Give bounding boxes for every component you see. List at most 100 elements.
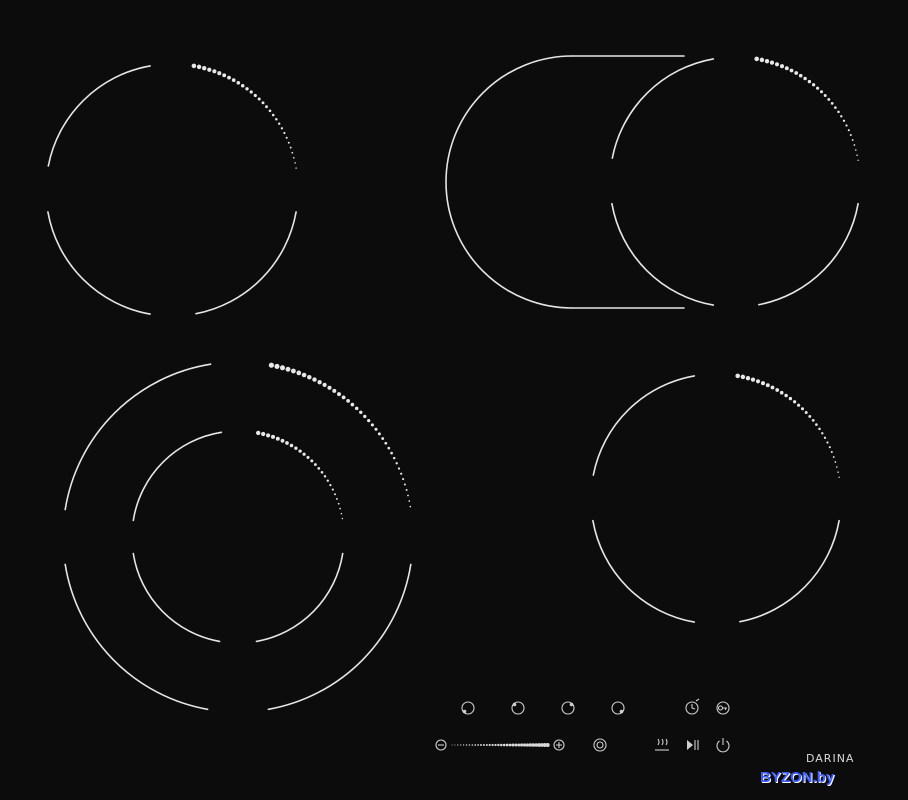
zone-rear-right-ring <box>611 202 715 306</box>
play-pause-button[interactable] <box>687 740 699 750</box>
zone-front-left-inner-power-dot <box>298 449 302 453</box>
zone-rear-right-power-dot <box>847 129 850 132</box>
power-icon <box>716 738 730 753</box>
zone-rear-left-power-dot <box>287 141 290 144</box>
zone-rear-right-power-dot <box>779 64 785 69</box>
zone-front-left-outer-power-dot <box>403 483 406 486</box>
zone-front-right-ring <box>592 375 696 476</box>
dual-zone-button[interactable] <box>593 738 607 752</box>
zone-front-left-inner-ring <box>132 552 221 643</box>
zone-rear-right-power-dot <box>840 115 843 118</box>
zone-front-right-power-dot <box>808 414 812 418</box>
zone-rear-right-power-dot <box>827 97 831 101</box>
zone-front-left-outer-power-dot <box>400 472 403 475</box>
power-slider-dot <box>511 743 515 747</box>
zone-front-left-outer-power-dot <box>395 462 398 465</box>
zone-front-right-power-dot <box>788 396 793 401</box>
zone-front-right-power-dot <box>821 432 824 435</box>
zone-front-left-outer-ring <box>64 363 212 511</box>
zone-front-left-outer-power-dot <box>312 377 317 382</box>
zone-front-left-inner-power-dot <box>266 433 271 438</box>
zone-front-left-outer-power-dot <box>341 395 346 400</box>
keep-warm-button[interactable] <box>655 738 669 751</box>
zone-rear-right-power-dot <box>837 110 840 114</box>
zone-rear-left-power-dot <box>222 73 227 78</box>
zone-rear-right-power-dot <box>851 139 854 141</box>
zone-rear-right-power-dot <box>769 60 775 65</box>
zone-rear-left-ring <box>47 65 151 167</box>
power-slider-dot <box>482 744 485 746</box>
zone-rear-left-power-dot <box>271 113 275 117</box>
zone-front-left-outer-power-dot <box>367 418 371 423</box>
zone-front-left-outer-power-dot <box>301 372 307 378</box>
zone-front-right-power-dot <box>823 436 827 439</box>
zone-front-left-inner-ring <box>255 552 344 643</box>
zone-rear-left-power-dot <box>202 66 207 71</box>
power-slider[interactable] <box>451 743 550 747</box>
power-button[interactable] <box>716 738 730 753</box>
zone-rear-left-power-dot <box>289 146 292 149</box>
zone-front-left-outer-power-dot <box>363 414 367 419</box>
dual-zone-icon <box>593 738 607 752</box>
power-slider-dot <box>457 744 459 746</box>
zone-rear-left-power-dot <box>257 97 261 101</box>
zone-front-left-outer-power-dot <box>354 406 359 411</box>
zone-rear-right-power-dot <box>754 56 759 62</box>
zone-front-left-outer-power-dot <box>307 374 312 380</box>
zone-front-left-inner-power-dot <box>310 459 314 463</box>
zone-rear-left-power-dot <box>231 78 236 82</box>
zone-rear-left-power-dot <box>292 156 295 159</box>
watermark: BYZON.by <box>760 769 835 786</box>
zone-select-rear-left-button[interactable] <box>511 701 525 715</box>
zone-rear-left-power-dot <box>207 67 212 72</box>
zone-rear-right-power-dot <box>834 106 837 109</box>
zone-rear-right-power-dot <box>854 149 857 151</box>
zone-front-left-inner-power-dot <box>275 436 280 441</box>
zone-front-left-inner-power-dot <box>329 483 332 487</box>
plus-button[interactable] <box>553 739 565 751</box>
zone-front-right-power-dot <box>830 451 833 453</box>
zone-rear-left-power-dot <box>253 93 257 98</box>
zone-front-left-outer-power-dot <box>322 382 327 388</box>
key-lock-button[interactable] <box>716 701 730 715</box>
minus-button[interactable] <box>435 739 447 751</box>
timer-button[interactable] <box>685 698 700 715</box>
zone-front-right-power-dot <box>792 400 797 404</box>
zone-front-right-power-dot <box>755 379 761 384</box>
zone-front-left-inner-power-dot <box>331 488 334 491</box>
zone-select-rear-right-button[interactable] <box>561 701 575 715</box>
zone-rear-right-power-dot <box>803 76 807 81</box>
power-slider-dot <box>520 743 524 747</box>
zone-front-right-power-dot <box>735 373 740 379</box>
zone-front-right-power-dot <box>775 388 780 392</box>
cooking-zones <box>47 55 859 711</box>
zone-front-right-power-dot <box>765 383 770 388</box>
zone-select-front-left-button[interactable] <box>461 701 475 715</box>
zone-front-left-outer-power-dot <box>392 456 396 460</box>
zone-front-right-ring <box>739 519 840 623</box>
zone-rear-left-power-dot <box>240 83 245 88</box>
zone-rear-right-power-dot <box>794 71 799 75</box>
zone-select-front-right-button[interactable] <box>611 701 625 715</box>
zone-front-left-inner-power-dot <box>280 438 285 443</box>
zone-rear-left-ring <box>195 211 297 315</box>
zone-front-left-inner-power-dot <box>256 430 261 436</box>
zone-rear-right-ring <box>611 58 715 159</box>
zone-front-left-outer-power-dot <box>274 363 280 369</box>
zone-front-left-outer-power-dot <box>408 500 411 502</box>
power-slider-dot <box>502 743 506 747</box>
zone-front-left-outer-ring <box>64 563 209 711</box>
zone-front-left-inner-power-dot <box>285 441 289 445</box>
power-slider-dot <box>517 743 521 747</box>
zone-front-left-inner-power-dot <box>261 431 266 437</box>
zone-rear-left-power-dot <box>285 136 288 139</box>
zone-rear-right-power-dot <box>830 102 834 105</box>
zone-front-left-inner-power-dot <box>337 502 340 505</box>
power-slider-dot <box>522 743 527 747</box>
zone-rear-left-power-dot <box>191 63 197 69</box>
zone-front-right-power-dot <box>835 466 838 468</box>
zone-front-left-inner-power-dot <box>335 497 338 500</box>
power-slider-dot <box>471 744 474 746</box>
zone-rear-right-power-dot <box>789 68 794 73</box>
power-slider-dot <box>465 744 468 746</box>
